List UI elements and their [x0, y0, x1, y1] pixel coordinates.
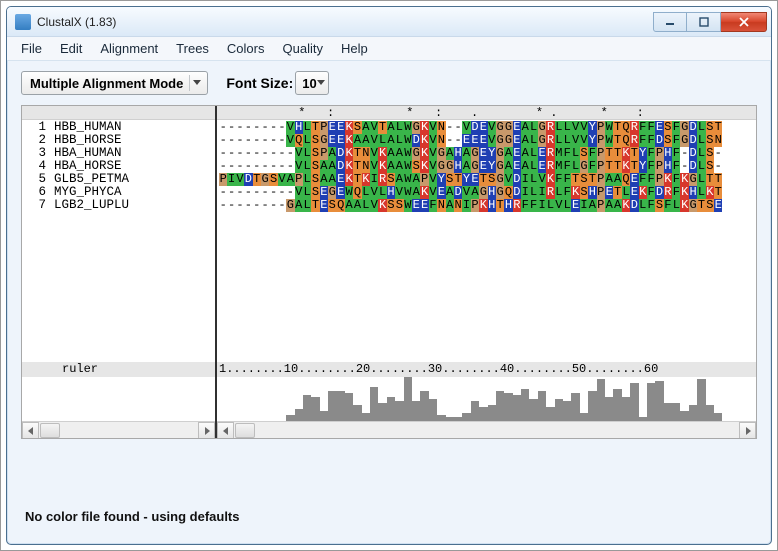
histogram-bar — [404, 377, 412, 421]
histogram-bar — [597, 379, 605, 421]
histogram-bar — [320, 411, 328, 421]
window-title: ClustalX (1.83) — [37, 15, 116, 29]
histogram-bar — [311, 397, 319, 421]
chevron-down-icon — [189, 75, 203, 91]
menu-colors[interactable]: Colors — [219, 39, 273, 58]
app-icon — [15, 14, 31, 30]
menu-quality[interactable]: Quality — [275, 39, 331, 58]
font-size-selector[interactable]: 10 — [295, 71, 328, 95]
names-list[interactable]: 1HBB_HUMAN2HBB_HORSE3HBA_HUMAN4HBA_HORSE… — [22, 120, 215, 362]
histogram-bar — [504, 393, 512, 421]
row-number: 7 — [22, 199, 54, 212]
histogram-bar — [680, 411, 688, 421]
histogram-bar — [605, 397, 613, 421]
title-bar[interactable]: ClustalX (1.83) — [7, 7, 771, 37]
histogram-bar — [529, 399, 537, 421]
histogram-bar — [370, 387, 378, 421]
histogram-bar — [714, 413, 722, 421]
minimize-button[interactable] — [653, 12, 687, 32]
histogram-bar — [420, 391, 428, 421]
font-size-value: 10 — [302, 76, 316, 91]
histogram-bar — [295, 409, 303, 421]
maximize-button[interactable] — [687, 12, 721, 32]
alignment-viewer: 1HBB_HUMAN2HBB_HORSE3HBA_HUMAN4HBA_HORSE… — [21, 105, 757, 439]
histogram-bar — [538, 391, 546, 421]
sequence-pane: * : * : . * . * : --------VHLTPEEKSAVTAL… — [217, 106, 756, 438]
histogram-bar — [387, 397, 395, 421]
scroll-left-button[interactable] — [217, 422, 234, 438]
scroll-thumb[interactable] — [235, 423, 255, 438]
menu-edit[interactable]: Edit — [52, 39, 90, 58]
histogram-bar — [479, 407, 487, 421]
ruler-label: ruler — [22, 362, 215, 377]
menu-trees[interactable]: Trees — [168, 39, 217, 58]
histogram-gutter-left — [22, 377, 215, 421]
histogram-bar — [395, 401, 403, 421]
close-button[interactable] — [721, 12, 767, 32]
histogram-bar — [588, 391, 596, 421]
histogram-bar — [630, 383, 638, 421]
histogram-bar — [353, 405, 361, 421]
chevron-down-icon — [317, 80, 325, 86]
menu-file[interactable]: File — [13, 39, 50, 58]
window-buttons — [653, 12, 767, 32]
sequence-scrollbar[interactable] — [217, 421, 756, 438]
sequence-area[interactable]: --------VHLTPEEKSAVTALWGKVN--VDEVGGEALGR… — [217, 120, 756, 362]
histogram-bar — [580, 413, 588, 421]
histogram-bar — [521, 389, 529, 421]
histogram-bar — [336, 391, 344, 421]
histogram-bar — [412, 401, 420, 421]
histogram-bar — [345, 393, 353, 421]
histogram-bar — [664, 403, 672, 421]
histogram-bar — [622, 397, 630, 421]
menu-bar: File Edit Alignment Trees Colors Quality… — [7, 37, 771, 61]
status-text: No color file found - using defaults — [25, 509, 240, 524]
sequence-name: LGB2_LUPLU — [54, 199, 129, 212]
histogram-bar — [513, 395, 521, 421]
histogram-bar — [328, 391, 336, 421]
scroll-left-button[interactable] — [22, 422, 39, 438]
sequence-row[interactable]: --------GALTESQAALVKSSWEEFNANIPKHTHRFFIL… — [219, 199, 756, 212]
scroll-right-button[interactable] — [739, 422, 756, 438]
histogram-bar — [303, 395, 311, 421]
consensus-row: * : * : . * . * : — [217, 106, 756, 120]
histogram-bar — [462, 413, 470, 421]
histogram-bar — [697, 379, 705, 421]
scroll-right-button[interactable] — [198, 422, 215, 438]
menu-alignment[interactable]: Alignment — [92, 39, 166, 58]
histogram-bar — [689, 405, 697, 421]
histogram-bar — [706, 405, 714, 421]
histogram-bar — [546, 407, 554, 421]
toolbar: Multiple Alignment Mode Font Size: 10 — [7, 61, 771, 101]
histogram-bar — [378, 403, 386, 421]
quality-histogram — [217, 377, 756, 421]
histogram-bar — [655, 381, 663, 421]
names-pane: 1HBB_HUMAN2HBB_HORSE3HBA_HUMAN4HBA_HORSE… — [22, 106, 217, 438]
menu-help[interactable]: Help — [333, 39, 376, 58]
histogram-bar — [488, 405, 496, 421]
histogram-bar — [429, 399, 437, 421]
histogram-bar — [362, 413, 370, 421]
mode-selector[interactable]: Multiple Alignment Mode — [21, 71, 208, 95]
name-row[interactable]: 7LGB2_LUPLU — [22, 199, 215, 212]
histogram-bar — [613, 389, 621, 421]
window-frame: ClustalX (1.83) File Edit Alignment Tree… — [6, 6, 772, 545]
ruler: 1........10........20........30........4… — [217, 362, 756, 377]
histogram-bar — [647, 383, 655, 421]
scroll-thumb[interactable] — [40, 423, 60, 438]
consensus-gutter-left — [22, 106, 215, 120]
histogram-bar — [672, 403, 680, 421]
histogram-bar — [571, 393, 579, 421]
histogram-bar — [555, 399, 563, 421]
histogram-bar — [471, 401, 479, 421]
histogram-bar — [563, 401, 571, 421]
mode-selector-label: Multiple Alignment Mode — [30, 76, 183, 91]
names-scrollbar[interactable] — [22, 421, 215, 438]
histogram-bar — [496, 391, 504, 421]
font-size-label: Font Size: — [226, 75, 293, 91]
